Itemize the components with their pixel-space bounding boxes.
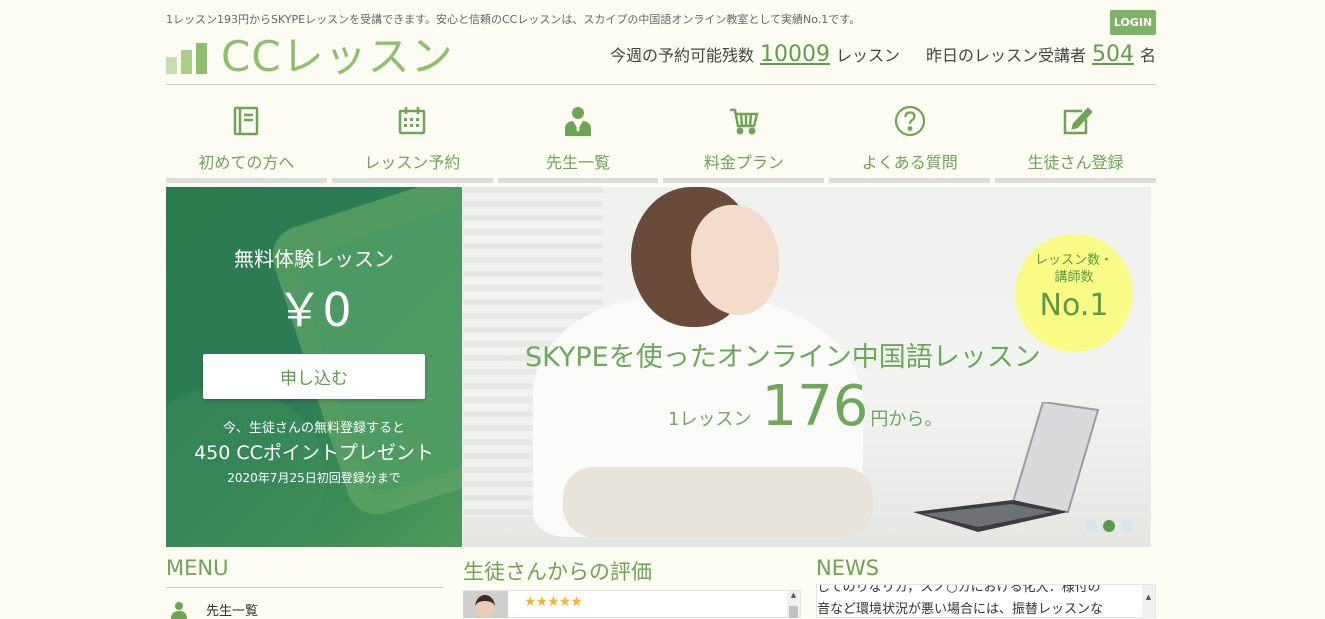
scroll-up-icon[interactable]: ▲ <box>1142 593 1155 601</box>
nav-label: 生徒さん登録 <box>1027 153 1124 172</box>
news-line: してのりなりカ，スノ○カにおける化大：様付の <box>817 584 1101 595</box>
nav-item-faq[interactable]: よくある質問 <box>829 99 991 183</box>
menu-title: MENU <box>166 556 229 580</box>
logo-text: CCレッスン <box>221 32 454 81</box>
nav-label: 先生一覧 <box>546 153 611 172</box>
hero-price: 1レッスン 176 円から。 <box>668 374 943 439</box>
yesterday-students-count: 504 <box>1091 42 1134 67</box>
promo-title: 無料体験レッスン <box>234 247 394 271</box>
slider-dot[interactable] <box>1121 520 1133 532</box>
nav-item-register[interactable]: 生徒さん登録 <box>995 99 1156 183</box>
yesterday-students-label: 昨日のレッスン受講者 <box>925 46 1086 65</box>
site-logo[interactable]: CCレッスン <box>166 36 454 78</box>
weekly-available-label: 今週の予約可能残数 <box>609 46 754 65</box>
weekly-available-unit: レッスン <box>835 46 900 65</box>
book-icon <box>230 99 262 143</box>
nav-label: よくある質問 <box>861 153 958 172</box>
lesson-stats: 今週の予約可能残数 10009 レッスン 昨日のレッスン受講者 504 名 <box>610 42 1156 67</box>
weekly-available-count: 10009 <box>759 42 830 67</box>
promo-note: 今、生徒さんの無料登録すると <box>222 421 405 436</box>
teacher-icon <box>171 601 187 619</box>
rating-stars: ★★★★★ <box>524 594 583 610</box>
reviews-list <box>463 590 801 618</box>
news-title: NEWS <box>816 556 880 580</box>
free-trial-promo: 無料体験レッスン ￥0 申し込む 今、生徒さんの無料登録すると 450 CCポイ… <box>166 187 462 547</box>
nav-item-reservation[interactable]: レッスン予約 <box>331 99 493 183</box>
news-list: してのりなりカ，スノ○カにおける化大：様付の 音など環境状況が悪い場合には、振替… <box>816 584 1156 618</box>
slider-dot[interactable] <box>1085 520 1097 532</box>
yesterday-students-unit: 名 <box>1139 46 1156 65</box>
promo-deadline: 2020年7月25日初回登録分まで <box>227 471 401 485</box>
main-nav: 初めての方へ レッスン予約 先生一覧 料金プラン よくある質問 生徒さん登録 <box>166 99 1156 183</box>
promo-points: 450 CCポイントプレゼント <box>194 442 434 464</box>
slider-dots <box>1085 520 1133 532</box>
reviews-title: 生徒さんからの評価 <box>463 560 652 584</box>
news-line: 音など環境状況が悪い場合には、振替レッスンな <box>817 602 1104 617</box>
avatar <box>463 591 508 618</box>
menu-item-teachers[interactable]: 先生一覧 <box>170 600 258 619</box>
promo-price: ￥0 <box>276 283 352 337</box>
slider-dot-active[interactable] <box>1103 520 1115 532</box>
edit-icon <box>1060 99 1092 143</box>
question-icon <box>894 99 926 143</box>
hero-headline: SKYPEを使ったオンライン中国語レッスン <box>525 342 1041 373</box>
header-divider <box>166 84 1156 85</box>
nav-label: 料金プラン <box>703 153 784 172</box>
teacher-icon <box>562 99 594 143</box>
nav-label: 初めての方へ <box>198 153 295 172</box>
logo-bars-icon <box>166 43 207 74</box>
nav-item-beginners[interactable]: 初めての方へ <box>166 99 327 183</box>
menu-divider <box>166 587 443 588</box>
hero-slider[interactable]: レッスン数・ 講師数 No.1 SKYPEを使ったオンライン中国語レッスン 1レッ… <box>463 187 1151 547</box>
nav-label: レッスン予約 <box>364 153 461 172</box>
scroll-up-icon[interactable]: ▲ <box>787 591 800 599</box>
cart-icon <box>728 99 760 143</box>
reviews-scrollbar[interactable]: ▲ <box>787 591 800 618</box>
calendar-icon <box>396 99 428 143</box>
login-button[interactable]: LOGIN <box>1110 10 1156 35</box>
news-scrollbar[interactable]: ▲ <box>1142 585 1155 618</box>
apply-button[interactable]: 申し込む <box>203 354 425 399</box>
site-tagline: 1レッスン193円からSKYPEレッスンを受講できます。安心と信頼のCCレッスン… <box>166 13 861 26</box>
nav-item-teachers[interactable]: 先生一覧 <box>497 99 659 183</box>
nav-item-pricing[interactable]: 料金プラン <box>663 99 825 183</box>
